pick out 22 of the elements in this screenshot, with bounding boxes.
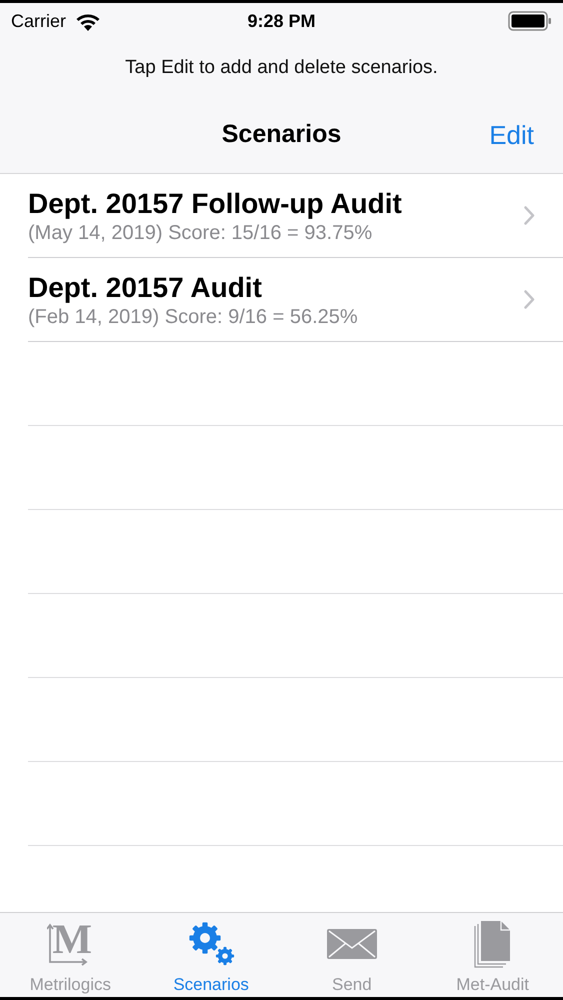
gears-icon <box>187 922 236 966</box>
battery-icon <box>508 11 552 31</box>
scenario-row[interactable]: Dept. 20157 Audit (Feb 14, 2019) Score: 9/16 = 56.25% <box>28 258 563 342</box>
chevron-icon <box>524 206 535 225</box>
nav-title: Scenarios <box>222 119 342 150</box>
documents-icon <box>472 920 513 968</box>
scenario-title: Dept. 20157 Follow-up Audit <box>28 186 403 220</box>
scenario-title: Dept. 20157 Audit <box>28 270 263 304</box>
envelope-icon <box>326 929 377 959</box>
tab-button[interactable]: Send <box>282 913 422 997</box>
edit-button[interactable]: Edit <box>489 116 534 154</box>
time-text: 9:28 PM <box>247 10 316 32</box>
scenario-row[interactable]: Dept. 20157 Follow-up Audit (May 14, 2019) Score: 15/16 = 93.75% <box>28 174 563 258</box>
tab-button[interactable]: Scenarios <box>140 913 282 997</box>
carrier-text: Carrier <box>11 10 66 32</box>
chevron-icon <box>524 290 535 309</box>
scenario-subtitle: (Feb 14, 2019) Score: 9/16 = 56.25% <box>28 304 359 328</box>
tab-button[interactable]: Met-Audit <box>422 913 563 997</box>
hint-text: Tap Edit to add and delete scenarios. <box>125 56 438 80</box>
tab-button[interactable]: M Metrilogics <box>0 913 141 997</box>
wifi-icon <box>75 12 102 30</box>
scenario-subtitle: (May 14, 2019) Score: 15/16 = 93.75% <box>28 220 374 244</box>
